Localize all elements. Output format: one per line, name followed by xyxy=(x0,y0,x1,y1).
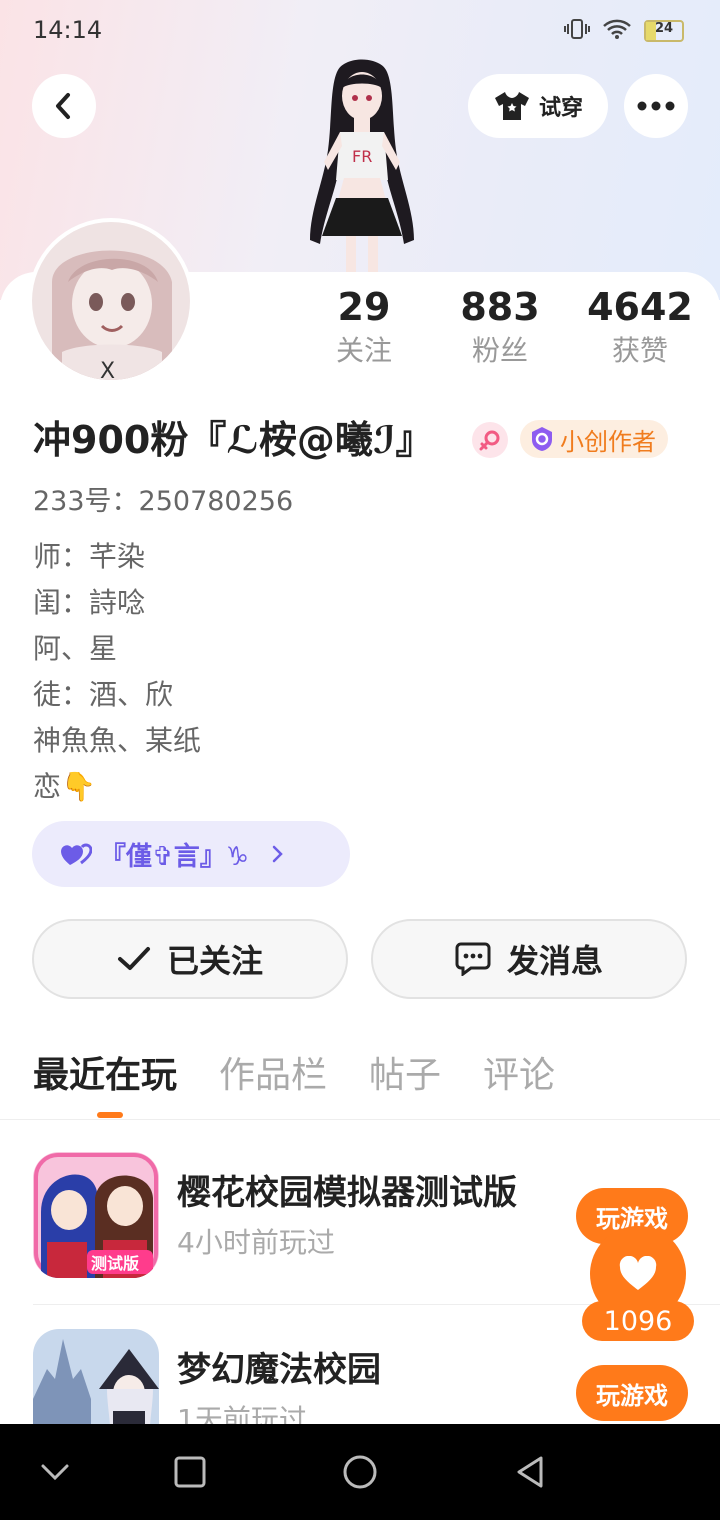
more-dots-icon xyxy=(637,101,675,111)
like-count: 1096 xyxy=(582,1301,694,1341)
status-bar: 14:14 24 xyxy=(0,0,720,64)
tab-recently-played[interactable]: 最近在玩 xyxy=(33,1050,177,1102)
content-tabs: 最近在玩 作品栏 帖子 评论 xyxy=(33,1050,597,1102)
nav-home-button[interactable] xyxy=(340,1452,380,1492)
tab-posts[interactable]: 帖子 xyxy=(369,1050,441,1102)
square-icon xyxy=(174,1456,206,1488)
battery-icon: 24 xyxy=(644,20,684,42)
chevron-down-icon xyxy=(41,1464,69,1481)
user-avatar[interactable]: X xyxy=(32,222,190,380)
tab-comments[interactable]: 评论 xyxy=(483,1050,555,1102)
game-icon-sakura: 测试版 xyxy=(33,1152,159,1278)
game-last-played: 4小时前玩过 xyxy=(177,1226,335,1259)
heart-icon xyxy=(619,1256,657,1290)
stat-likes-label: 获赞 xyxy=(611,334,668,367)
try-on-label: 试穿 xyxy=(538,96,583,121)
message-label: 发消息 xyxy=(506,942,603,980)
system-navigation-bar xyxy=(0,1424,720,1520)
bio: 师：芊染 闺：詩唸 阿、星 徒：酒、欣 神魚魚、某纸 恋👇 xyxy=(33,534,201,810)
double-heart-icon xyxy=(61,843,92,865)
tab-works[interactable]: 作品栏 xyxy=(219,1050,327,1102)
stat-likes-value: 4642 xyxy=(587,285,693,329)
bio-line: 神魚魚、某纸 xyxy=(33,724,202,757)
triangle-back-icon xyxy=(517,1456,543,1488)
game-icon-text: 测试版 xyxy=(91,1254,139,1273)
guild-name: 『僅✞言』♑ xyxy=(100,841,250,872)
creator-shield-icon xyxy=(532,427,552,451)
chat-icon xyxy=(455,942,491,976)
svg-text:X: X xyxy=(100,359,115,380)
bio-line: 师：芊染 xyxy=(33,540,146,573)
status-time: 14:14 xyxy=(33,16,103,44)
chevron-right-icon xyxy=(272,845,283,863)
nav-collapse-button[interactable] xyxy=(35,1452,75,1492)
stat-following-label: 关注 xyxy=(335,334,392,367)
game-title: 樱花校园模拟器测试版 xyxy=(177,1173,517,1213)
wifi-icon xyxy=(602,18,632,44)
user-id[interactable]: 233号：250780256 xyxy=(33,484,293,520)
nav-recents-button[interactable] xyxy=(170,1452,210,1492)
bio-line: 闺：詩唸 xyxy=(33,586,146,619)
stat-fans[interactable]: 883 粉丝 xyxy=(430,284,570,372)
follow-button[interactable]: 已关注 xyxy=(32,919,348,999)
follow-label: 已关注 xyxy=(166,942,263,980)
back-button[interactable] xyxy=(32,74,96,138)
nickname: 冲900粉『ℒ桉@曦ℐ』 xyxy=(33,418,434,462)
stat-fans-value: 883 xyxy=(460,285,540,329)
bio-line: 阿、星 xyxy=(33,632,118,665)
stat-following[interactable]: 29 关注 xyxy=(294,284,434,372)
stat-following-value: 29 xyxy=(337,285,391,329)
more-button[interactable] xyxy=(624,74,688,138)
nav-back-button[interactable] xyxy=(510,1452,550,1492)
try-on-button[interactable]: 试穿 xyxy=(468,74,608,138)
status-icons: 24 xyxy=(564,18,684,44)
stat-likes[interactable]: 4642 获赞 xyxy=(570,284,710,372)
shirt-icon xyxy=(494,92,529,120)
bio-line: 恋👇 xyxy=(33,770,96,803)
tabs-divider xyxy=(0,1119,720,1120)
circle-icon xyxy=(343,1455,377,1489)
character-avatar-image[interactable]: FR xyxy=(288,58,436,276)
guild-chip[interactable]: 『僅✞言』♑ xyxy=(32,821,350,887)
play-game-button[interactable]: 玩游戏 xyxy=(576,1365,688,1421)
svg-text:FR: FR xyxy=(352,147,372,166)
stat-fans-label: 粉丝 xyxy=(471,334,528,367)
back-arrow-icon xyxy=(56,93,70,119)
creator-badge[interactable]: 小创作者 xyxy=(520,420,668,458)
check-icon xyxy=(117,947,150,970)
active-tab-indicator xyxy=(97,1112,123,1118)
game-title: 梦幻魔法校园 xyxy=(177,1350,381,1390)
female-gender-icon xyxy=(472,422,508,458)
bio-line: 徒：酒、欣 xyxy=(33,678,174,711)
creator-badge-label: 小创作者 xyxy=(560,427,656,456)
message-button[interactable]: 发消息 xyxy=(371,919,687,999)
vibrate-icon xyxy=(564,18,590,44)
battery-level: 24 xyxy=(654,21,674,36)
